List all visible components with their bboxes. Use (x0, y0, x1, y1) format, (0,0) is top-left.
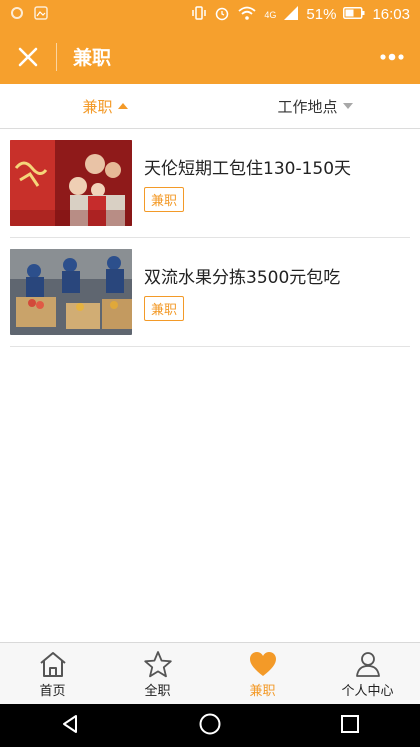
tab-profile[interactable]: 个人中心 (315, 643, 420, 705)
job-info: 天伦短期工包住130-150天 兼职 (132, 154, 351, 212)
battery-percent: 51% (306, 6, 337, 23)
job-thumbnail (10, 140, 132, 226)
home-circle-icon (199, 713, 221, 734)
tab-home-label: 首页 (39, 683, 66, 699)
filter-job-type-label: 兼职 (82, 97, 113, 116)
list-item[interactable]: 天伦短期工包住130-150天 兼职 (10, 129, 410, 238)
heart-icon (249, 651, 276, 676)
job-type-badge: 兼职 (144, 187, 185, 212)
tab-fulltime[interactable]: 全职 (105, 643, 210, 705)
battery-icon (343, 6, 365, 23)
job-list: 天伦短期工包住130-150天 兼职 双流水果分拣3500元包吃 兼职 (10, 129, 410, 347)
home-button[interactable] (198, 712, 222, 740)
recents-square-icon (341, 714, 360, 733)
system-nav-bar (0, 704, 420, 747)
bottom-tab-bar: 首页 全职 兼职 个人中心 (0, 642, 420, 705)
wifi-icon (237, 5, 257, 25)
filter-work-location[interactable]: 工作地点 (210, 84, 420, 128)
close-icon (18, 47, 38, 66)
filter-work-location-label: 工作地点 (277, 97, 338, 116)
clock: 16:03 (372, 6, 410, 23)
back-triangle-icon (62, 714, 77, 733)
signal-icon (283, 5, 299, 25)
job-thumbnail (10, 249, 132, 335)
more-icon (380, 53, 404, 60)
sort-up-icon (117, 103, 128, 109)
more-button[interactable] (364, 29, 420, 84)
job-title: 双流水果分拣3500元包吃 (144, 268, 341, 288)
tab-profile-label: 个人中心 (341, 683, 394, 699)
sort-down-icon (342, 103, 353, 109)
list-item[interactable]: 双流水果分拣3500元包吃 兼职 (10, 238, 410, 347)
vibrate-icon (191, 5, 207, 25)
tab-fulltime-label: 全职 (144, 683, 171, 699)
status-bar: 4G 51% 16:03 (0, 0, 420, 29)
tab-parttime[interactable]: 兼职 (210, 643, 315, 705)
alarm-icon (214, 5, 230, 25)
image-notification-icon (34, 5, 48, 24)
person-icon (355, 651, 380, 677)
network-type-label: 4G (264, 9, 277, 20)
filter-job-type[interactable]: 兼职 (0, 84, 210, 128)
tab-home[interactable]: 首页 (0, 643, 105, 705)
home-icon (39, 651, 66, 677)
job-title: 天伦短期工包住130-150天 (144, 159, 352, 179)
tab-parttime-label: 兼职 (249, 683, 276, 699)
page-title: 兼职 (73, 47, 112, 69)
filter-bar: 兼职 工作地点 (0, 84, 420, 129)
star-icon (143, 650, 172, 677)
notification-app-icon (10, 6, 24, 24)
app-bar: 兼职 (0, 29, 420, 84)
recents-button[interactable] (339, 713, 361, 739)
job-info: 双流水果分拣3500元包吃 兼职 (132, 263, 340, 321)
close-button[interactable] (0, 29, 56, 84)
back-button[interactable] (59, 713, 81, 739)
job-type-badge: 兼职 (144, 296, 185, 321)
